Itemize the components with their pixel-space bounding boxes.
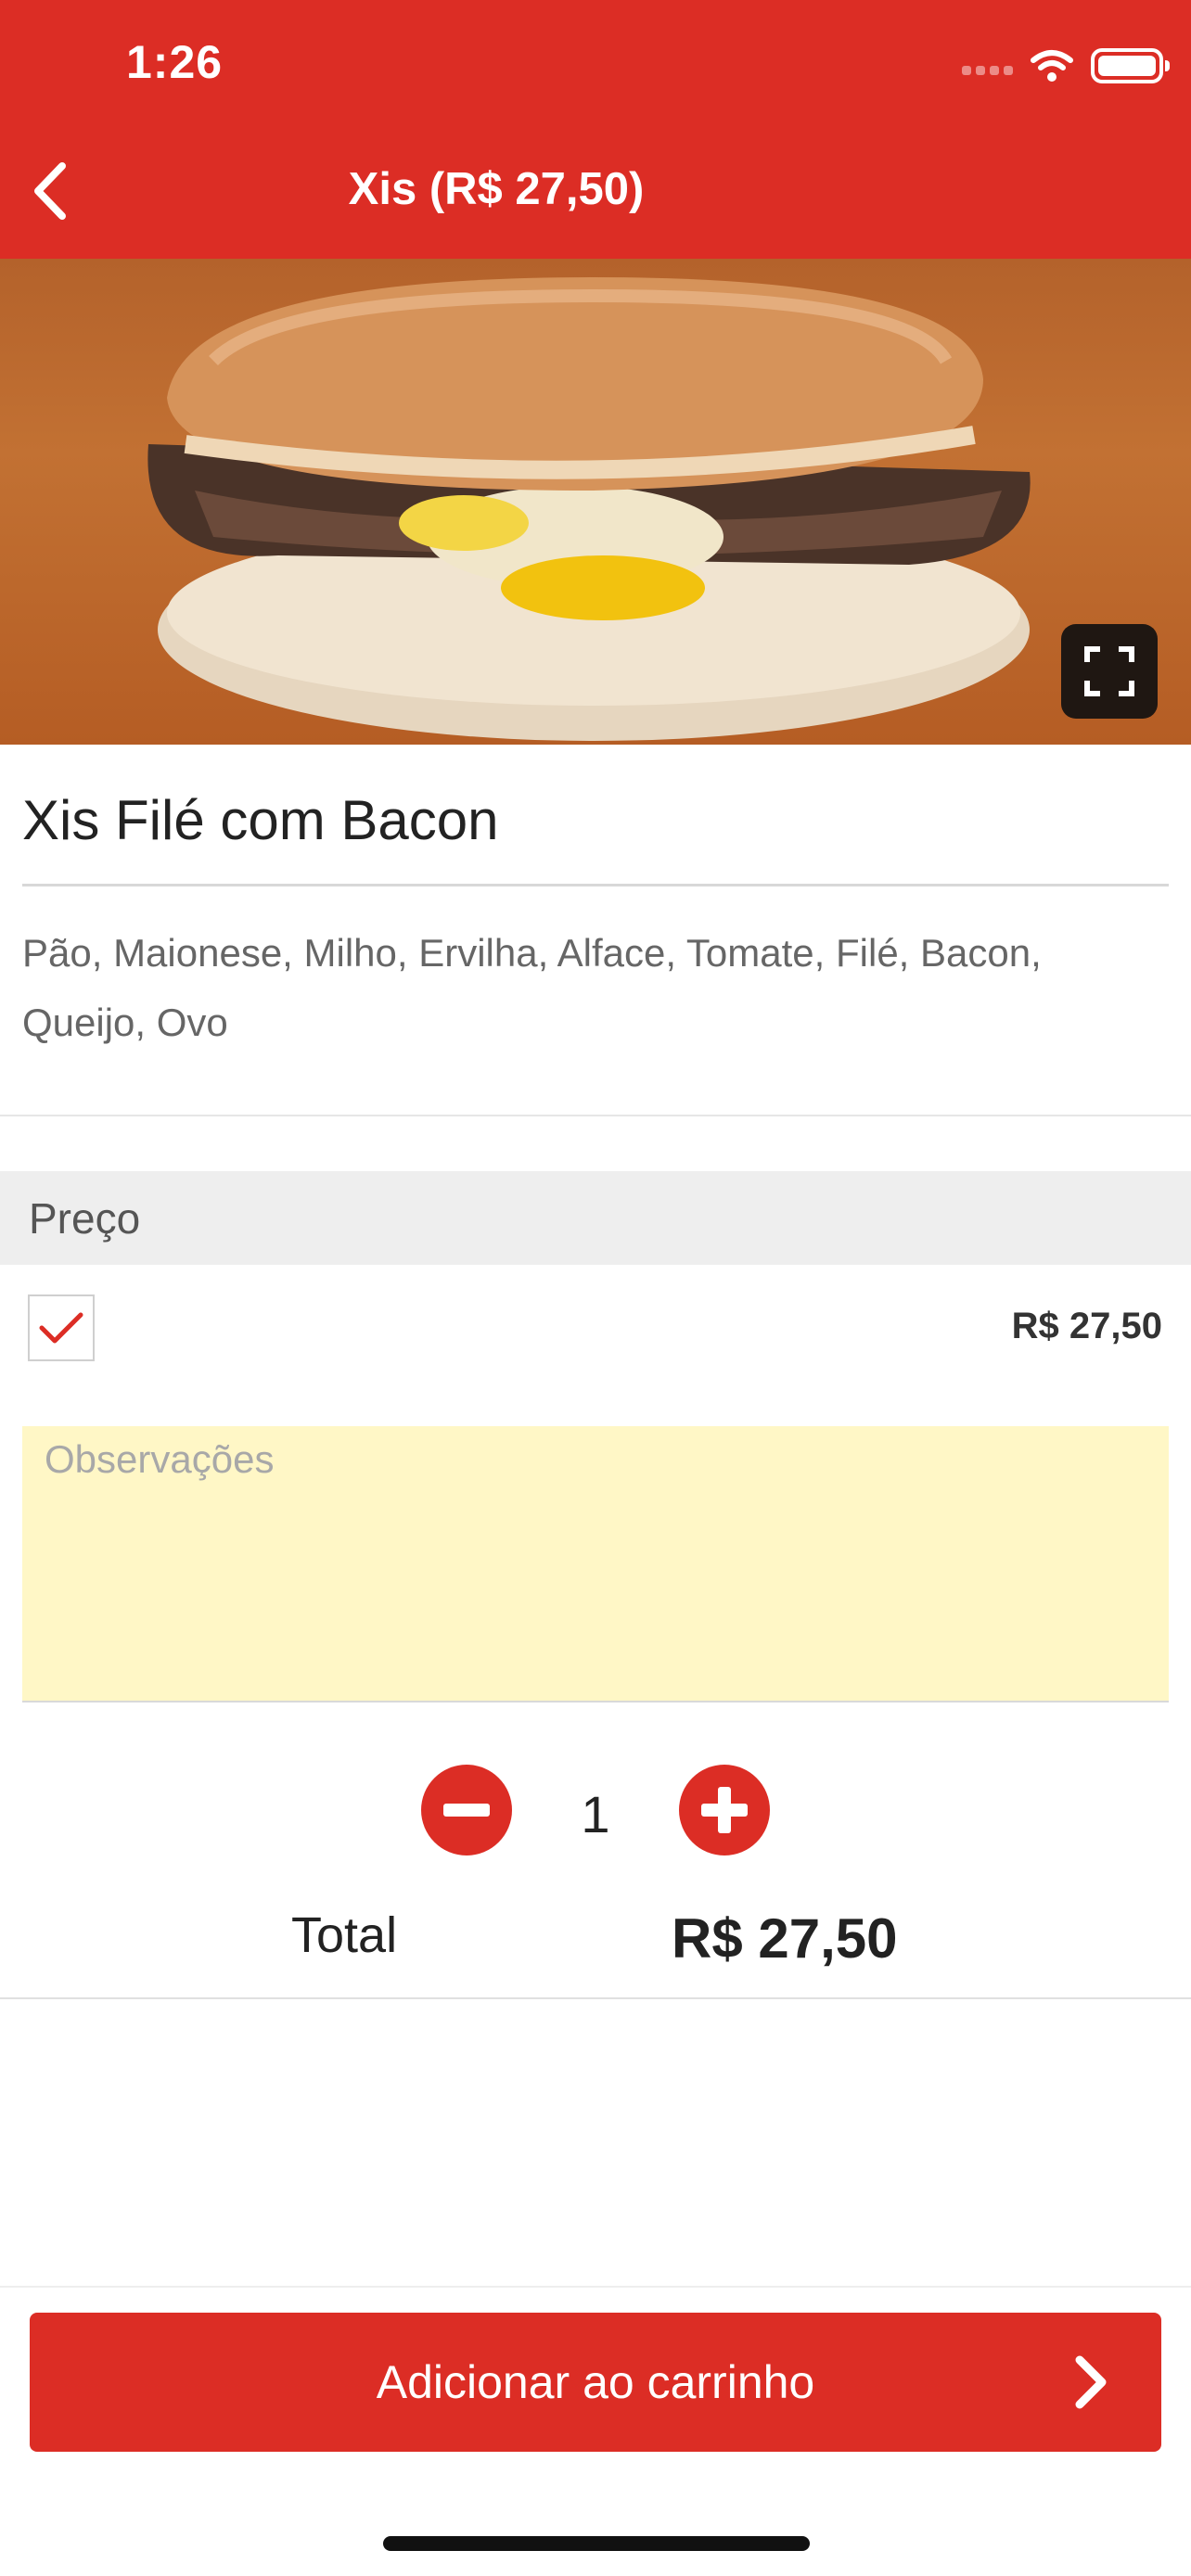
add-to-cart-label: Adicionar ao carrinho [376, 2356, 815, 2408]
cellular-signal-icon [962, 57, 1013, 75]
add-to-cart-button[interactable]: Adicionar ao carrinho [30, 2313, 1161, 2452]
divider [22, 884, 1169, 886]
fullscreen-icon [1084, 646, 1134, 696]
status-indicators [962, 43, 1170, 89]
plus-icon [701, 1787, 748, 1833]
home-indicator[interactable] [383, 2536, 810, 2551]
expand-image-button[interactable] [1061, 624, 1158, 719]
increase-quantity-button[interactable] [679, 1765, 770, 1855]
price-option-value: R$ 27,50 [1011, 1306, 1162, 1346]
app-header: 1:26 Xis (R$ 27,50) [0, 0, 1191, 259]
wifi-icon [1031, 50, 1073, 82]
total-value: R$ 27,50 [672, 1907, 898, 1970]
decrease-quantity-button[interactable] [421, 1765, 512, 1855]
product-image[interactable] [0, 259, 1191, 745]
page-title: Xis (R$ 27,50) [348, 164, 645, 214]
minus-icon [443, 1804, 490, 1817]
quantity-value: 1 [581, 1785, 610, 1843]
burger-illustration [147, 277, 1031, 741]
product-name: Xis Filé com Bacon [22, 789, 499, 851]
status-time: 1:26 [126, 36, 224, 88]
battery-icon [1091, 48, 1170, 83]
product-ingredients: Pão, Maionese, Milho, Ervilha, Alface, T… [22, 931, 1042, 1044]
divider [0, 1997, 1191, 1999]
total-label: Total [291, 1907, 398, 1963]
price-option-row[interactable]: R$ 27,50 [0, 1265, 1191, 1390]
chevron-right-icon [1063, 2354, 1119, 2410]
notes-field[interactable] [22, 1426, 1169, 1702]
divider [0, 2286, 1191, 2288]
price-section-header: Preço [0, 1171, 1191, 1265]
price-option-checkbox[interactable] [28, 1294, 95, 1361]
divider [0, 1115, 1191, 1116]
checkmark-icon [39, 1312, 83, 1344]
